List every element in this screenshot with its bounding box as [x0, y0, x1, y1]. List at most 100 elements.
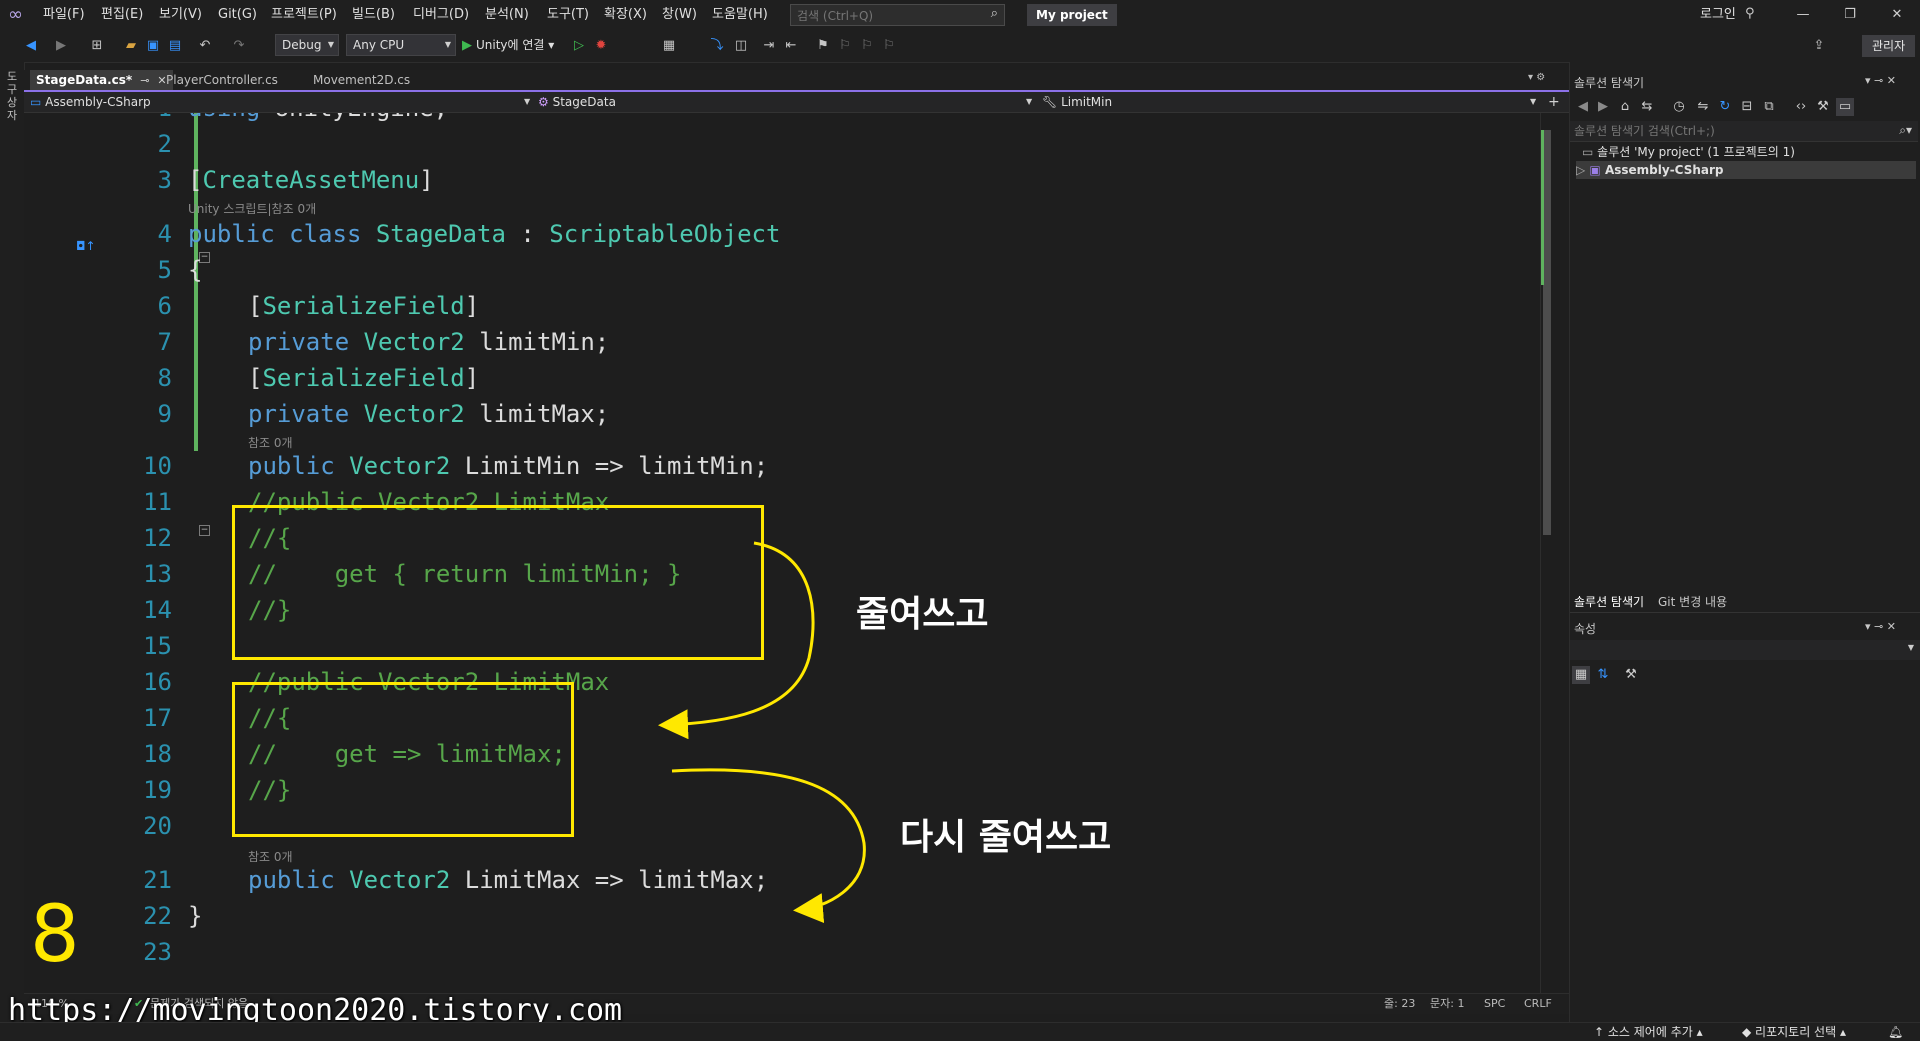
toolbox-tab[interactable]: 도구 상자 — [4, 70, 20, 122]
minimize-button[interactable]: — — [1783, 0, 1823, 30]
tab-solution-explorer[interactable]: 솔루션 탐색기 — [1574, 592, 1644, 612]
admin-badge[interactable]: 관리자 — [1862, 35, 1916, 57]
search-icon[interactable]: ⌕ — [991, 6, 998, 21]
menu-extensions[interactable]: 확장(X) — [604, 0, 647, 30]
solution-configuration-value: Debug — [282, 38, 322, 52]
notifications-icon[interactable]: 🔔︎ — [1888, 1023, 1903, 1041]
outdent-icon[interactable]: ⇤ — [782, 37, 800, 55]
solution-platform-dropdown[interactable]: Any CPU ▼ — [346, 34, 456, 56]
menu-view[interactable]: 보기(V) — [159, 0, 202, 30]
repository-button[interactable]: ◆ 리포지토리 선택 ▴ — [1742, 1023, 1846, 1041]
open-folder-icon[interactable]: ▰ — [122, 37, 140, 55]
menu-analyze[interactable]: 분석(N) — [485, 0, 529, 30]
redo-icon[interactable]: ↷ — [230, 37, 248, 55]
menu-debug[interactable]: 디버그(D) — [413, 0, 469, 30]
login-link[interactable]: 로그인 — [1700, 0, 1736, 30]
scrollbar-change-marker — [1541, 130, 1544, 285]
line-indicator[interactable]: 줄: 23 — [1384, 994, 1415, 1014]
preview-icon[interactable]: ▭ — [1836, 98, 1854, 116]
tree-solution-row[interactable]: ▭ 솔루션 'My project' (1 프로젝트의 1) — [1582, 143, 1795, 161]
panel-options-icon[interactable]: ▾ ⊸ ✕ — [1865, 620, 1896, 633]
member-dropdown[interactable]: 🔧︎ LimitMin — [1042, 92, 1532, 112]
tab-overflow-icon[interactable]: ▾ ⚙ — [1528, 72, 1545, 83]
solution-explorer-search-input[interactable] — [1570, 121, 1876, 141]
menu-git[interactable]: Git(G) — [218, 0, 257, 30]
code-view-icon[interactable]: ‹› — [1792, 98, 1810, 116]
save-icon[interactable]: ▣ — [144, 37, 162, 55]
pending-changes-icon[interactable]: ◷ — [1670, 98, 1688, 116]
scrollbar-thumb[interactable] — [1543, 130, 1551, 535]
switch-views-icon[interactable]: ⇆ — [1638, 98, 1656, 116]
menu-edit[interactable]: 편집(E) — [101, 0, 143, 30]
property-pages-icon[interactable]: ⚒ — [1622, 666, 1640, 684]
navigate-back-icon[interactable]: ◀ — [22, 37, 40, 55]
menu-file[interactable]: 파일(F) — [43, 0, 85, 30]
panel-options-icon[interactable]: ▾ ⊸ ✕ — [1865, 74, 1896, 87]
attach-to-unity-button[interactable]: ▶ Unity에 연결 ▾ — [462, 34, 554, 56]
project-dropdown[interactable]: ▭ Assembly-CSharp — [30, 92, 530, 112]
refresh-icon[interactable]: ↻ — [1716, 98, 1734, 116]
tab-git-changes[interactable]: Git 변경 내용 — [1658, 592, 1727, 612]
undo-icon[interactable]: ↶ — [196, 37, 214, 55]
code-editor[interactable]: ◘↑ − − 1 2 3 4 5 6 7 8 9 10 11 12 13 14 … — [24, 113, 1540, 993]
play-icon: ▶ — [462, 38, 472, 53]
indent-icon[interactable]: ⇥ — [760, 37, 778, 55]
menu-tools[interactable]: 도구(T) — [547, 0, 589, 30]
layout-icon[interactable]: ▦ — [660, 37, 678, 55]
type-dropdown[interactable]: ⚙ StageData — [538, 92, 1038, 112]
hot-reload-icon[interactable]: ✹ — [592, 37, 610, 55]
collapse-all-icon[interactable]: ⊟ — [1738, 98, 1756, 116]
forward-icon[interactable]: ▶ — [1594, 98, 1612, 116]
right-panel-tabs: 솔루션 탐색기 Git 변경 내용 — [1570, 592, 1920, 613]
solution-configuration-dropdown[interactable]: Debug ▼ — [275, 34, 339, 56]
show-all-files-icon[interactable]: ⧉ — [1760, 98, 1778, 116]
visual-studio-logo-icon[interactable]: ∞ — [8, 6, 30, 24]
restore-button[interactable]: ❐ — [1830, 0, 1870, 30]
global-search[interactable]: ⌕ — [790, 4, 1005, 27]
start-without-debugging-icon[interactable]: ▷ — [570, 37, 588, 55]
navigate-forward-icon[interactable]: ▶ — [52, 37, 70, 55]
back-icon[interactable]: ◀ — [1574, 98, 1592, 116]
home-icon[interactable]: ⌂ — [1616, 98, 1634, 116]
sync-icon[interactable]: ⇋ — [1694, 98, 1712, 116]
chevron-down-icon[interactable]: ▼ — [524, 92, 530, 112]
wrench-icon: 🔧︎ — [1042, 95, 1058, 109]
tab-movement2d[interactable]: Movement2D.cs — [307, 70, 416, 90]
pin-icon[interactable]: ⊸ — [140, 74, 149, 87]
chevron-down-icon[interactable]: ▼ — [1530, 92, 1536, 112]
categorized-icon[interactable]: ▦ — [1572, 666, 1590, 684]
step-over-icon[interactable]: ⤵ — [708, 37, 726, 55]
window-tiles-icon[interactable]: ◫ — [732, 37, 750, 55]
menu-build[interactable]: 빌드(B) — [352, 0, 395, 30]
global-search-input[interactable] — [791, 5, 979, 27]
properties-object-dropdown[interactable]: ▼ — [1570, 640, 1920, 660]
new-project-icon[interactable]: ⊞ — [88, 37, 106, 55]
tab-playercontroller[interactable]: PlayerController.cs — [160, 70, 284, 90]
menu-help[interactable]: 도움말(H) — [712, 0, 768, 30]
expand-arrow-icon[interactable]: ▷ — [1576, 163, 1585, 177]
properties-wrench-icon[interactable]: ⚒ — [1814, 98, 1832, 116]
live-share-icon[interactable]: ⇪ — [1810, 37, 1828, 55]
account-settings-icon[interactable]: ⚲ — [1745, 6, 1755, 21]
whitespace-indicator[interactable]: SPC — [1484, 994, 1505, 1014]
save-all-icon[interactable]: ▤ — [166, 37, 184, 55]
project-dropdown-value: Assembly-CSharp — [45, 95, 151, 109]
column-indicator[interactable]: 문자: 1 — [1430, 994, 1464, 1014]
line-ending-indicator[interactable]: CRLF — [1524, 994, 1552, 1014]
menu-project[interactable]: 프로젝트(P) — [271, 0, 337, 30]
menu-window[interactable]: 창(W) — [662, 0, 697, 30]
tab-stagedata[interactable]: StageData.cs* ⊸ ✕ — [30, 70, 173, 90]
prev-bookmark-icon[interactable]: ⚐ — [836, 37, 854, 55]
next-bookmark-icon[interactable]: ⚐ — [858, 37, 876, 55]
bookmark-icon[interactable]: ⚑ — [814, 37, 832, 55]
source-control-button[interactable]: ↑ 소스 제어에 추가 ▴ — [1594, 1023, 1703, 1041]
clear-bookmarks-icon[interactable]: ⚐ — [880, 37, 898, 55]
alphabetical-icon[interactable]: ⇅ — [1594, 666, 1612, 684]
properties-title: 속성 — [1574, 622, 1597, 636]
split-editor-icon[interactable]: + — [1548, 92, 1560, 112]
close-window-button[interactable]: ✕ — [1877, 0, 1917, 30]
chevron-down-icon[interactable]: ▼ — [1026, 92, 1032, 112]
search-icon[interactable]: ⌕▾ — [1899, 123, 1912, 138]
tree-project-row[interactable]: ▷ ▣ Assembly-CSharp — [1576, 161, 1916, 179]
solution-explorer-search[interactable]: ⌕▾ — [1570, 121, 1918, 142]
